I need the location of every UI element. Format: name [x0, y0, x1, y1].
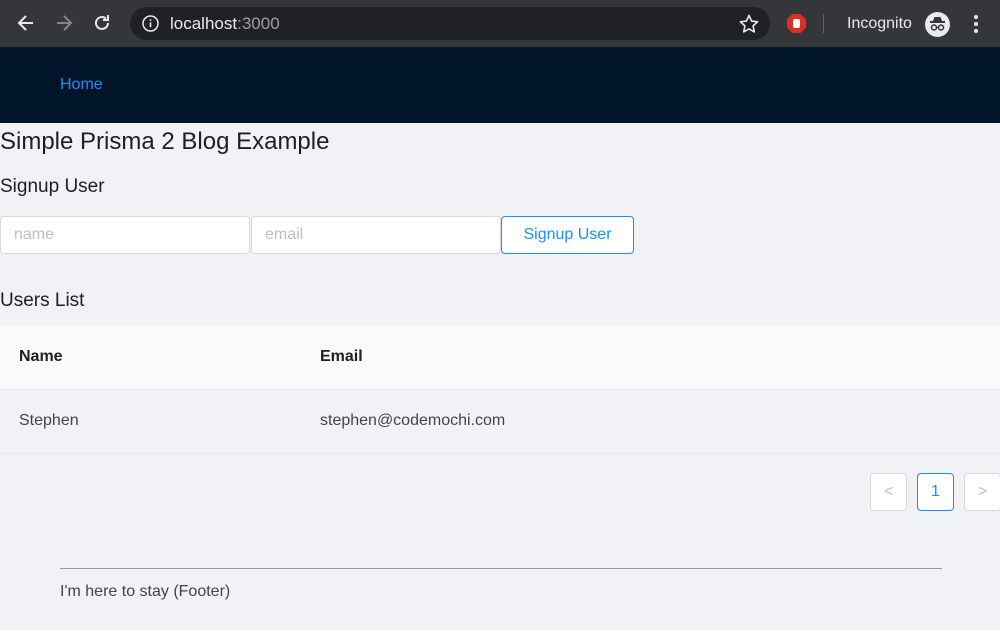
- users-list-heading: Users List: [0, 290, 85, 311]
- back-arrow-icon[interactable]: [14, 11, 38, 35]
- page-bottom-edge: [0, 630, 1000, 636]
- nav-home-link[interactable]: Home: [60, 76, 103, 94]
- pagination-next-button[interactable]: >: [964, 473, 1000, 511]
- forward-arrow-icon[interactable]: [52, 11, 76, 35]
- footer-text: I'm here to stay (Footer): [60, 583, 231, 600]
- pagination-page-1[interactable]: 1: [917, 473, 954, 511]
- cell-name: Stephen: [19, 412, 79, 429]
- users-table: Name Email Stephen stephen@codemochi.com: [0, 326, 1000, 454]
- footer-divider: [60, 568, 942, 569]
- page-title: Simple Prisma 2 Blog Example: [0, 128, 330, 155]
- cell-email: stephen@codemochi.com: [320, 412, 506, 429]
- address-bar[interactable]: localhost:3000: [130, 7, 770, 40]
- signup-heading: Signup User: [0, 176, 105, 197]
- info-icon[interactable]: [142, 15, 159, 32]
- table-header-row: Name Email: [0, 326, 1000, 390]
- signup-button[interactable]: Signup User: [501, 216, 634, 254]
- reload-icon[interactable]: [90, 11, 114, 35]
- name-input[interactable]: [0, 216, 250, 254]
- pagination-prev-button[interactable]: <: [870, 473, 907, 511]
- adblock-extension-icon[interactable]: [786, 13, 807, 34]
- url-host: localhost: [170, 14, 238, 33]
- table-row: Stephen stephen@codemochi.com: [0, 390, 1000, 454]
- url-port: :3000: [237, 14, 280, 33]
- toolbar-divider: [823, 14, 824, 33]
- email-input[interactable]: [251, 216, 501, 254]
- column-header-name: Name: [19, 348, 63, 365]
- bookmark-star-icon[interactable]: [738, 13, 760, 35]
- app-header: Home: [0, 47, 1000, 123]
- incognito-label: Incognito: [847, 15, 912, 32]
- column-header-email: Email: [320, 348, 363, 365]
- url-text: localhost:3000: [170, 14, 280, 34]
- browser-toolbar: localhost:3000 Incognito: [0, 0, 1000, 47]
- incognito-icon[interactable]: [925, 12, 950, 37]
- kebab-menu-icon[interactable]: [966, 13, 986, 35]
